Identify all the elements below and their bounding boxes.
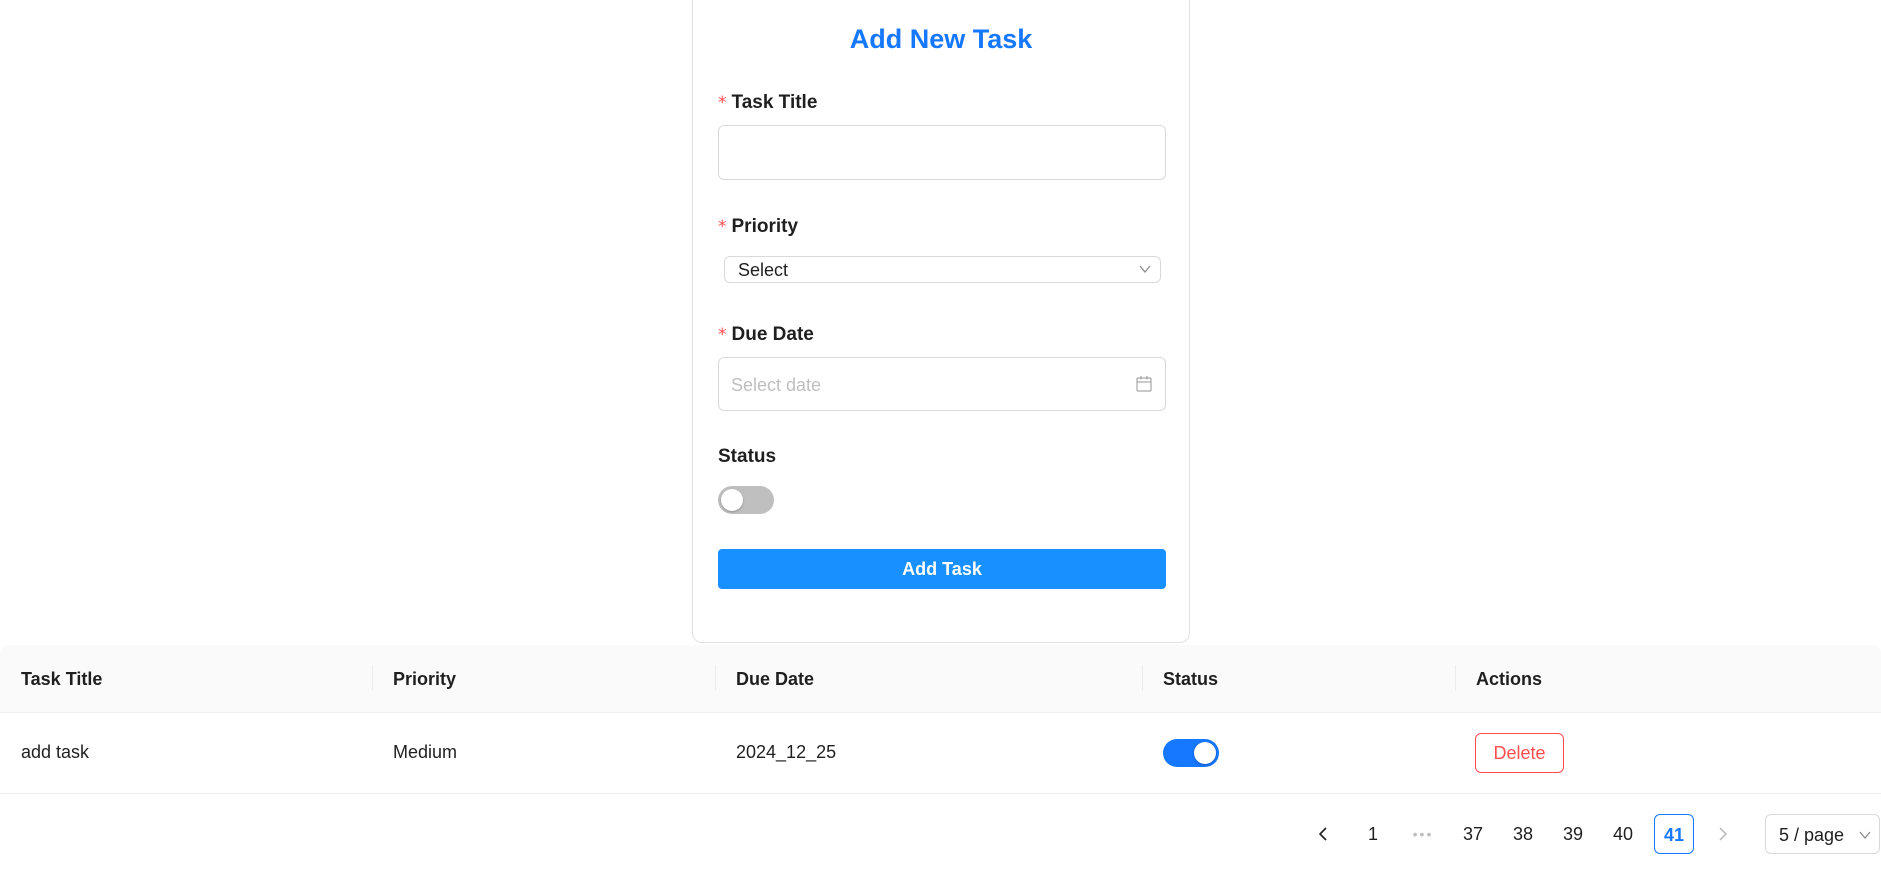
priority-label-text: Priority <box>731 216 799 237</box>
priority-label: * Priority <box>718 216 798 238</box>
column-divider <box>1142 665 1143 691</box>
chevron-down-icon <box>1859 831 1871 840</box>
required-mark: * <box>718 217 727 237</box>
due-date-picker[interactable]: Select date <box>718 357 1166 411</box>
tasks-table: Task Title Priority Due Date Status Acti… <box>0 645 1881 794</box>
row-status-toggle[interactable] <box>1163 739 1219 767</box>
column-divider <box>715 665 716 691</box>
task-title-label-text: Task Title <box>731 92 818 113</box>
page-41-current[interactable]: 41 <box>1654 814 1694 854</box>
column-header-actions: Actions <box>1476 669 1543 689</box>
required-mark: * <box>718 325 727 345</box>
column-header-due-date: Due Date <box>736 669 815 689</box>
task-title-input[interactable] <box>718 125 1166 180</box>
due-date-label-text: Due Date <box>731 324 814 345</box>
task-title-label: * Task Title <box>718 92 817 114</box>
next-page-button[interactable] <box>1705 814 1741 854</box>
due-date-placeholder: Select date <box>731 375 822 395</box>
toggle-knob <box>1194 742 1216 764</box>
page-size-value: 5 / page <box>1779 825 1845 845</box>
cell-priority: Medium <box>393 742 458 762</box>
table-row: add task Medium 2024_12_25 Delete <box>0 713 1881 794</box>
chevron-right-icon <box>1719 827 1728 841</box>
pagination: 1 ••• 37 38 39 40 41 5 / page <box>0 814 1881 854</box>
table-header: Task Title Priority Due Date Status Acti… <box>0 645 1881 713</box>
column-header-priority: Priority <box>393 669 457 689</box>
add-task-button[interactable]: Add Task <box>718 549 1166 589</box>
form-title: Add New Task <box>849 24 1033 54</box>
column-divider <box>1455 665 1456 691</box>
column-header-task-title: Task Title <box>21 669 103 689</box>
delete-button[interactable]: Delete <box>1475 733 1564 773</box>
due-date-label: * Due Date <box>718 324 814 346</box>
chevron-down-icon <box>1139 265 1151 274</box>
column-divider <box>372 665 373 691</box>
add-task-card: Add New Task * Task Title * Priority Selec… <box>692 0 1190 643</box>
page-ellipsis[interactable]: ••• <box>1405 814 1441 854</box>
page-38[interactable]: 38 <box>1505 814 1541 854</box>
page-37[interactable]: 37 <box>1455 814 1491 854</box>
page-39[interactable]: 39 <box>1555 814 1591 854</box>
priority-select-value: Select <box>738 260 789 280</box>
status-label: Status <box>718 446 777 467</box>
cell-due-date: 2024_12_25 <box>736 742 837 762</box>
toggle-knob <box>721 489 743 511</box>
cell-task-title: add task <box>21 742 90 762</box>
page-1[interactable]: 1 <box>1355 814 1391 854</box>
page-40[interactable]: 40 <box>1605 814 1641 854</box>
prev-page-button[interactable] <box>1305 814 1341 854</box>
calendar-icon <box>1136 376 1152 392</box>
chevron-left-icon <box>1318 827 1327 841</box>
required-mark: * <box>718 93 727 113</box>
status-toggle[interactable] <box>718 486 774 514</box>
priority-select[interactable]: Select <box>724 256 1161 283</box>
column-header-status: Status <box>1163 669 1219 689</box>
page-size-select[interactable]: 5 / page <box>1765 814 1880 854</box>
